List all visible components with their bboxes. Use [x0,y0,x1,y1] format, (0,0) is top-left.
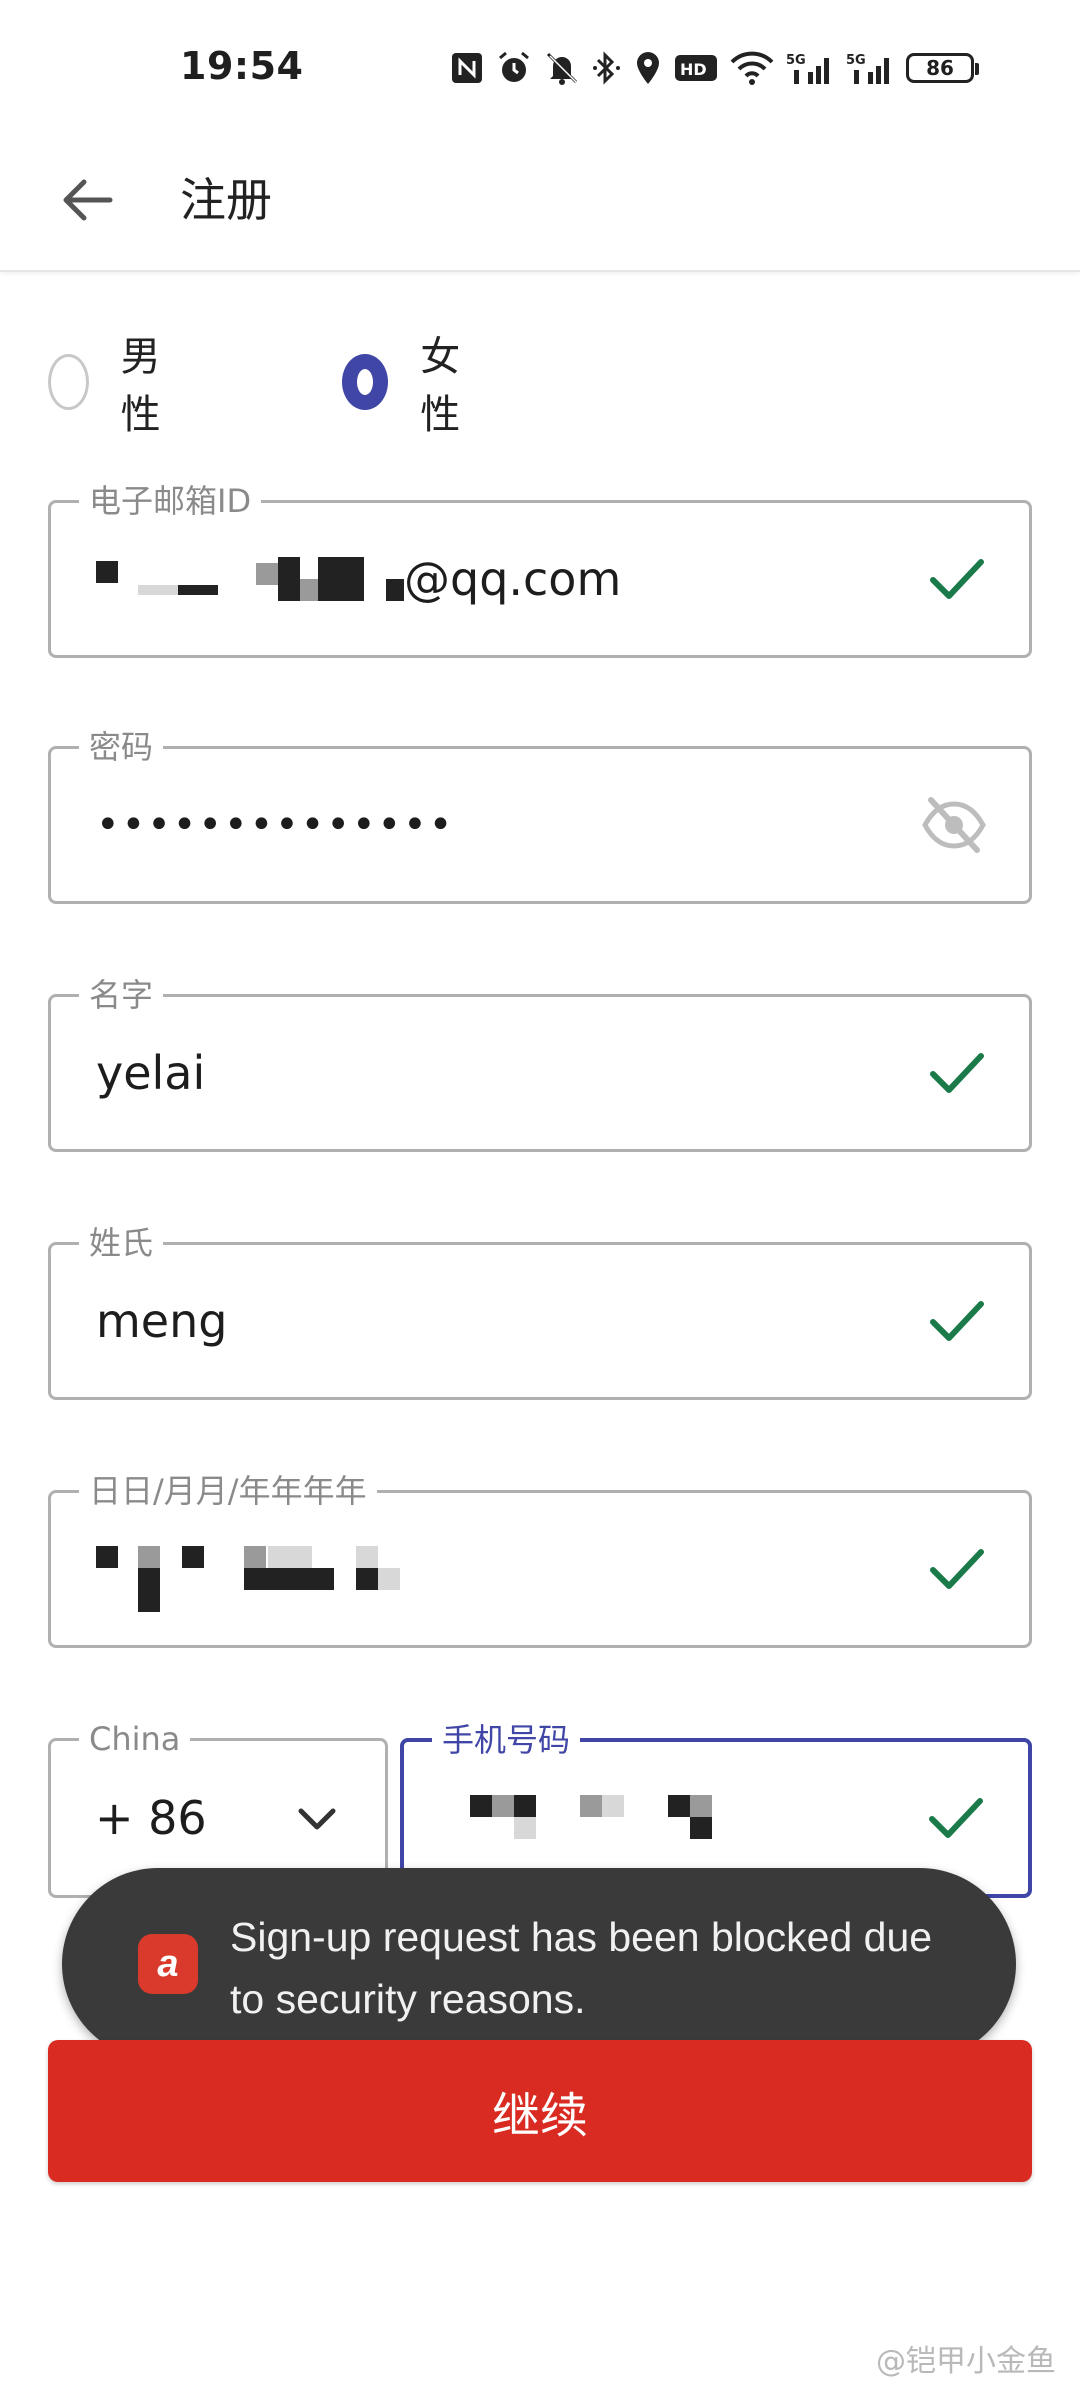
gender-female-radio[interactable]: 女性 [342,334,470,438]
status-icons: HD 5G 5G 86 [450,44,979,92]
page-title: 注册 [180,173,272,227]
radio-checked-icon[interactable] [342,354,389,410]
back-button[interactable] [46,160,126,240]
check-icon [930,1549,984,1589]
password-field[interactable]: 密码 •••••••••••••• [48,727,1032,904]
battery-icon: 86 [906,46,979,90]
radio-unchecked-icon[interactable] [48,354,89,410]
svg-text:5G: 5G [786,53,806,68]
svg-text:5G: 5G [846,53,866,68]
snackbar-message: Sign-up request has been blocked due to … [230,1914,933,2022]
gender-male-label: 男性 [120,334,161,438]
first-name-field[interactable]: 名字 yelai [48,975,1032,1152]
chevron-down-icon[interactable] [295,1803,339,1833]
last-name-value[interactable]: meng [96,1245,227,1397]
email-domain: @qq.com [404,552,622,606]
watermark: @铠甲小金鱼 [876,2344,1056,2379]
mute-bell-icon [544,46,580,90]
status-bar: 19:54 HD 5G 5G 86 [0,0,1080,130]
5g-signal-icon: 5G [846,46,894,90]
check-icon [929,1798,983,1838]
email-field[interactable]: 电子邮箱ID @qq.com [48,481,1032,658]
eye-off-icon[interactable] [921,796,987,854]
bluetooth-icon [592,46,622,90]
gender-male-radio[interactable]: 男性 [48,334,176,438]
last-name-field[interactable]: 姓氏 meng [48,1223,1032,1400]
check-icon [930,559,984,599]
app-logo-icon: a [138,1934,198,1994]
svg-text:HD: HD [680,60,707,79]
redacted-block [96,557,404,601]
continue-button[interactable]: 继续 [48,2040,1032,2182]
arrow-left-icon [63,179,113,221]
5g-signal-icon: 5G [786,46,834,90]
redacted-block [96,1546,400,1612]
date-of-birth-field[interactable]: 日日/月月/年年年年 [48,1471,1032,1648]
wifi-icon [730,46,774,90]
check-icon [930,1053,984,1093]
nfc-icon [450,46,484,90]
error-snackbar: a Sign-up request has been blocked due t… [62,1868,1016,2060]
date-of-birth-value[interactable] [96,1493,400,1645]
check-icon [930,1301,984,1341]
battery-level: 86 [926,56,954,80]
location-icon [634,46,662,90]
hd-icon: HD [674,46,718,90]
redacted-block [470,1795,712,1841]
status-time: 19:54 [180,44,304,88]
gender-female-label: 女性 [420,334,461,438]
password-value[interactable]: •••••••••••••• [96,749,454,901]
app-bar: 注册 [0,130,1080,272]
alarm-icon [496,46,532,90]
first-name-value[interactable]: yelai [96,997,205,1149]
email-value[interactable]: @qq.com [96,503,621,655]
